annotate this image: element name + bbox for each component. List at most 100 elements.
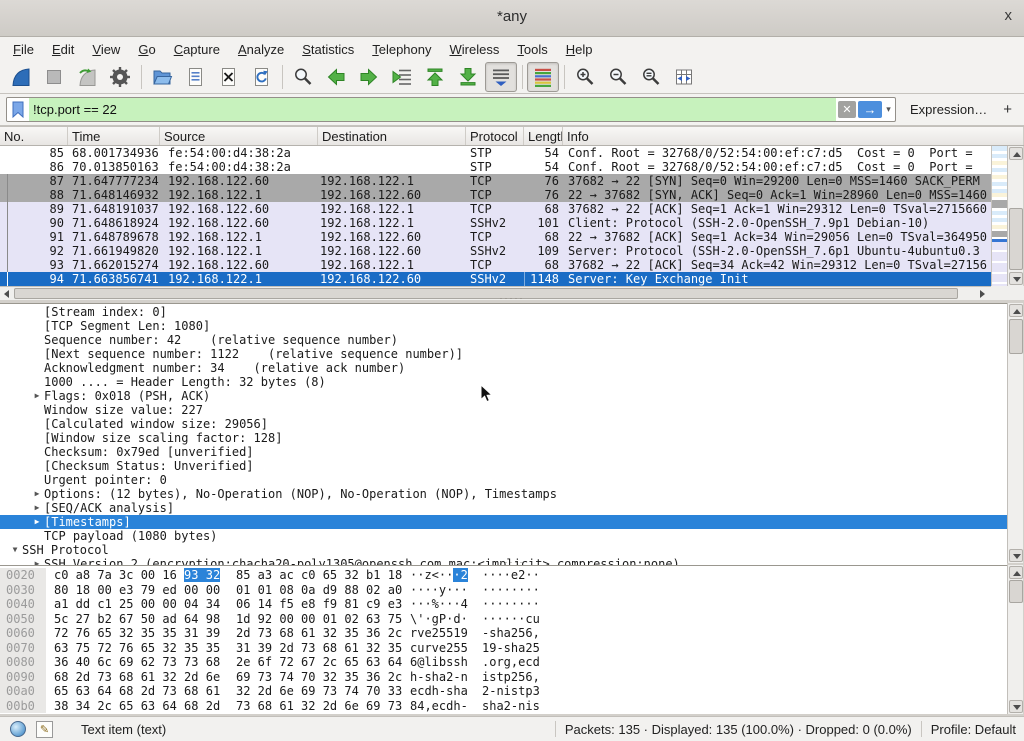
start-capture-button[interactable] — [5, 62, 37, 92]
hex-row[interactable]: 00505c 27 b2 67 50 ad 64 981d 92 00 00 0… — [0, 612, 1007, 627]
filter-clear-icon[interactable]: ✕ — [838, 101, 856, 118]
hex-row[interactable]: 00b038 34 2c 65 63 64 68 2d73 68 61 32 2… — [0, 699, 1007, 714]
scrollbar-thumb[interactable] — [1009, 580, 1023, 603]
filter-apply-icon[interactable]: → — [858, 101, 882, 118]
column-header-destination[interactable]: Destination — [318, 127, 466, 145]
packet-row[interactable]: 8871.648146932192.168.122.1192.168.122.6… — [0, 188, 991, 202]
hex-row[interactable]: 007063 75 72 76 65 32 35 3531 39 2d 73 6… — [0, 641, 1007, 656]
colorize-button[interactable] — [527, 62, 559, 92]
scrollbar-thumb[interactable] — [1009, 319, 1023, 354]
hex-row[interactable]: 0040a1 dd c1 25 00 00 04 3406 14 f5 e8 f… — [0, 597, 1007, 612]
menu-item-go[interactable]: Go — [129, 40, 164, 59]
detail-line[interactable]: ▶Flags: 0x018 (PSH, ACK) — [0, 389, 1007, 403]
go-back-button[interactable] — [320, 62, 352, 92]
scroll-up-icon[interactable] — [1009, 147, 1023, 160]
pane-splitter[interactable]: ····· — [492, 560, 532, 564]
reload-file-button[interactable] — [245, 62, 277, 92]
packet-list-minimap[interactable] — [991, 146, 1007, 286]
packet-row[interactable]: 8568.001734936fe:54:00:d4:38:2aSTP54Conf… — [0, 146, 991, 160]
scroll-up-icon[interactable] — [1009, 566, 1023, 579]
packet-row[interactable]: 9371.662015274192.168.122.60192.168.122.… — [0, 258, 991, 272]
scroll-down-icon[interactable] — [1009, 272, 1023, 285]
zoom-in-button[interactable] — [569, 62, 601, 92]
column-header-source[interactable]: Source — [160, 127, 318, 145]
menu-item-help[interactable]: Help — [557, 40, 602, 59]
expert-info-icon[interactable] — [10, 721, 26, 737]
status-profile[interactable]: Profile: Default — [931, 722, 1016, 737]
add-filter-button[interactable]: + — [1003, 101, 1012, 118]
capture-options-button[interactable] — [104, 62, 136, 92]
scrollbar-thumb[interactable] — [1009, 208, 1023, 270]
filter-bookmark-icon[interactable] — [7, 98, 29, 121]
packet-row[interactable]: 9271.661949820192.168.122.1192.168.122.6… — [0, 244, 991, 258]
detail-line[interactable]: Urgent pointer: 0 — [0, 473, 1007, 487]
filter-dropdown-icon[interactable]: ▾ — [882, 104, 895, 115]
close-file-button[interactable] — [212, 62, 244, 92]
detail-line[interactable]: ▶Options: (12 bytes), No-Operation (NOP)… — [0, 487, 1007, 501]
scroll-down-icon[interactable] — [1009, 700, 1023, 713]
column-header-time[interactable]: Time — [68, 127, 160, 145]
resize-columns-button[interactable] — [668, 62, 700, 92]
menu-item-wireless[interactable]: Wireless — [441, 40, 509, 59]
menu-item-view[interactable]: View — [83, 40, 129, 59]
column-header-info[interactable]: Info — [563, 127, 1024, 145]
detail-line[interactable]: [Window size scaling factor: 128] — [0, 431, 1007, 445]
menu-item-analyze[interactable]: Analyze — [229, 40, 293, 59]
hex-row[interactable]: 008036 40 6c 69 62 73 73 682e 6f 72 67 2… — [0, 655, 1007, 670]
restart-capture-button[interactable] — [71, 62, 103, 92]
packet-row[interactable]: 8670.013850163fe:54:00:d4:38:2aSTP54Conf… — [0, 160, 991, 174]
menu-item-telephony[interactable]: Telephony — [363, 40, 440, 59]
hex-row[interactable]: 00a065 63 64 68 2d 73 68 6132 2d 6e 69 7… — [0, 684, 1007, 699]
hex-row[interactable]: 006072 76 65 32 35 35 31 392d 73 68 61 3… — [0, 626, 1007, 641]
menu-item-edit[interactable]: Edit — [43, 40, 83, 59]
detail-line[interactable]: [Checksum Status: Unverified] — [0, 459, 1007, 473]
open-file-button[interactable] — [146, 62, 178, 92]
detail-line[interactable]: ▶[Timestamps] — [0, 515, 1007, 529]
hex-row[interactable]: 0020c0 a8 7a 3c 00 16 93 3285 a3 ac c0 6… — [0, 568, 1007, 583]
detail-line[interactable]: Sequence number: 42 (relative sequence n… — [0, 333, 1007, 347]
pane-splitter[interactable]: ····· — [492, 296, 532, 300]
detail-line[interactable]: Checksum: 0x79ed [unverified] — [0, 445, 1007, 459]
detail-line[interactable]: [Next sequence number: 1122 (relative se… — [0, 347, 1007, 361]
auto-scroll-button[interactable] — [485, 62, 517, 92]
column-header-no[interactable]: No. — [0, 127, 68, 145]
expand-icon[interactable]: ▶ — [30, 389, 44, 403]
details-vscrollbar[interactable] — [1007, 303, 1023, 563]
expand-icon[interactable]: ▶ — [30, 487, 44, 501]
stop-capture-button[interactable] — [38, 62, 70, 92]
expression-button[interactable]: Expression… — [910, 102, 987, 117]
column-header-protocol[interactable]: Protocol — [466, 127, 524, 145]
scroll-up-icon[interactable] — [1009, 304, 1023, 317]
packet-row[interactable]: 8771.647777234192.168.122.60192.168.122.… — [0, 174, 991, 188]
scroll-right-icon[interactable] — [976, 288, 989, 300]
close-window-icon[interactable]: x — [1005, 7, 1013, 24]
expand-icon[interactable]: ▶ — [30, 557, 44, 565]
collapse-icon[interactable]: ▼ — [8, 543, 22, 557]
zoom-original-button[interactable] — [635, 62, 667, 92]
detail-line[interactable]: 1000 .... = Header Length: 32 bytes (8) — [0, 375, 1007, 389]
find-packet-button[interactable] — [287, 62, 319, 92]
packet-row[interactable]: 9471.663856741192.168.122.1192.168.122.6… — [0, 272, 991, 286]
go-last-button[interactable] — [452, 62, 484, 92]
zoom-out-button[interactable] — [602, 62, 634, 92]
detail-line[interactable]: ▼SSH Protocol — [0, 543, 1007, 557]
packet-list-vscrollbar[interactable] — [1007, 146, 1023, 286]
menu-item-file[interactable]: File — [4, 40, 43, 59]
bytes-vscrollbar[interactable] — [1007, 565, 1023, 714]
packet-row[interactable]: 9071.648618924192.168.122.60192.168.122.… — [0, 216, 991, 230]
capture-comment-icon[interactable]: ✎ — [36, 721, 53, 738]
scrollbar-thumb[interactable] — [14, 288, 958, 299]
scroll-left-icon[interactable] — [0, 288, 13, 300]
hex-row[interactable]: 003080 18 00 e3 79 ed 00 0001 01 08 0a d… — [0, 583, 1007, 598]
detail-line[interactable]: [TCP Segment Len: 1080] — [0, 319, 1007, 333]
menu-item-tools[interactable]: Tools — [508, 40, 556, 59]
detail-line[interactable]: [Calculated window size: 29056] — [0, 417, 1007, 431]
detail-line[interactable]: Window size value: 227 — [0, 403, 1007, 417]
detail-line[interactable]: ▶[SEQ/ACK analysis] — [0, 501, 1007, 515]
expand-icon[interactable]: ▶ — [30, 501, 44, 515]
save-file-button[interactable] — [179, 62, 211, 92]
menu-item-capture[interactable]: Capture — [165, 40, 229, 59]
column-header-length[interactable]: Length — [524, 127, 563, 145]
display-filter-input[interactable]: !tcp.port == 22 — [29, 98, 836, 121]
go-first-button[interactable] — [419, 62, 451, 92]
